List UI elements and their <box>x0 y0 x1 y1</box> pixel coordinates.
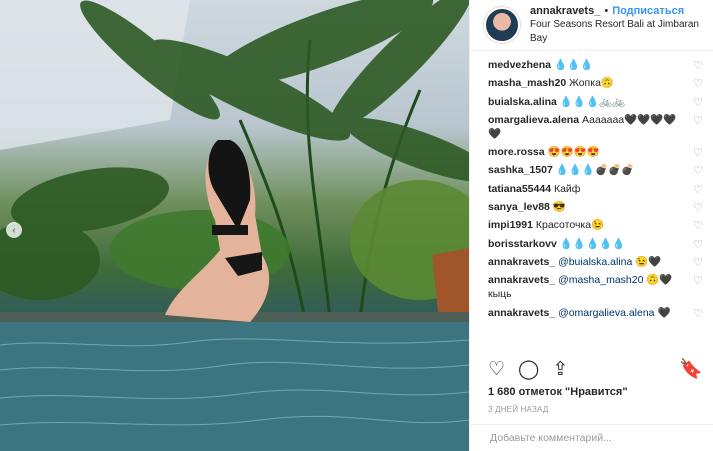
photo-illustration <box>0 0 469 451</box>
comment-text: Кайф <box>553 182 581 195</box>
comment-mention[interactable]: @buialska.alina <box>558 256 632 268</box>
comment-text: 💧💧💧💣💣💣 <box>555 164 635 177</box>
comment-username[interactable]: annakravets_ <box>488 256 555 268</box>
author-username[interactable]: annakravets_ <box>530 5 600 17</box>
comment: masha_mash20 Жопка🙃 ♡ <box>488 76 703 90</box>
comment-like-icon[interactable]: ♡ <box>693 219 703 233</box>
post-photo[interactable]: ‹ <box>0 0 469 451</box>
comment: sanya_lev88 😎 ♡ <box>488 200 703 214</box>
comment-username[interactable]: tatiana55444 <box>488 183 551 195</box>
comment-mention[interactable]: @omargalieva.alena <box>558 307 654 319</box>
comment-text: 😎 <box>552 201 566 214</box>
comment-like-icon[interactable]: ♡ <box>693 59 703 73</box>
header-meta: annakravets_ • Подписаться Four Seasons Re… <box>530 4 703 46</box>
bookmark-icon[interactable]: 🔖 <box>679 357 703 381</box>
action-bar: ♡ ◯ ⇪ 🔖 <box>488 356 703 382</box>
comment-username[interactable]: sanya_lev88 <box>488 201 550 213</box>
comment: omargalieva.alena Ааааааа🖤🖤🖤🖤🖤 ♡ <box>488 113 703 141</box>
post-timestamp[interactable]: 3 ДНЕЙ НАЗАД <box>488 405 548 414</box>
comment-like-icon[interactable]: ♡ <box>693 307 703 321</box>
location-link[interactable]: Four Seasons Resort Bali at Jimbaran Bay <box>530 18 703 46</box>
comment-like-icon[interactable]: ♡ <box>693 183 703 197</box>
add-comment-bar <box>470 424 713 451</box>
comment-like-icon[interactable]: ♡ <box>693 274 703 288</box>
comment-username[interactable]: impi1991 <box>488 219 533 231</box>
comment: annakravets_ @omargalieva.alena 🖤 ♡ <box>488 306 703 320</box>
comments-list[interactable]: medvezhena 💧💧💧 ♡ masha_mash20 Жопка🙃 ♡ bui… <box>470 58 713 350</box>
comment-username[interactable]: annakravets_ <box>488 274 555 286</box>
comment-like-icon[interactable]: ♡ <box>693 238 703 252</box>
comment-username[interactable]: borisstarkovv <box>488 238 557 250</box>
comment-like-icon[interactable]: ♡ <box>693 77 703 91</box>
post-sidebar: annakravets_ • Подписаться Four Seasons Re… <box>469 0 713 451</box>
comment-username[interactable]: more.rossa <box>488 146 545 158</box>
instagram-post-modal: ‹ annakravets_ • Подписаться Four Seasons … <box>0 0 713 451</box>
likes-count[interactable]: 1 680 отметок "Нравится" <box>488 386 628 398</box>
comment-text: 💧💧💧💧💧 <box>559 237 626 250</box>
comment-like-icon[interactable]: ♡ <box>693 146 703 160</box>
comment-text: 🖤 <box>657 306 671 319</box>
add-comment-input[interactable] <box>488 431 699 445</box>
comment-username[interactable]: masha_mash20 <box>488 77 566 89</box>
comment-icon[interactable]: ◯ <box>518 358 539 381</box>
comment: buialska.alina 💧💧💧🚲🚲 ♡ <box>488 95 703 109</box>
header-separator: • <box>604 5 609 17</box>
comment-like-icon[interactable]: ♡ <box>693 114 703 128</box>
comment-text: 😉🖤 <box>635 255 662 268</box>
comment: annakravets_ @masha_mash20 🙃🖤 кыць ♡ <box>488 273 703 301</box>
comment-text: 😍😍😍😍 <box>547 146 600 159</box>
comment: tatiana55444 Кайф ♡ <box>488 182 703 196</box>
comment-like-icon[interactable]: ♡ <box>693 96 703 110</box>
comment-username[interactable]: buialska.alina <box>488 96 557 108</box>
comment-username[interactable]: annakravets_ <box>488 307 555 319</box>
comment-username[interactable]: sashka_1507 <box>488 164 553 176</box>
comment: sashka_1507 💧💧💧💣💣💣 ♡ <box>488 163 703 177</box>
avatar[interactable] <box>484 7 520 43</box>
share-icon[interactable]: ⇪ <box>552 358 568 381</box>
comment: annakravets_ @buialska.alina 😉🖤 ♡ <box>488 255 703 269</box>
carousel-prev-icon[interactable]: ‹ <box>6 222 22 238</box>
comment-like-icon[interactable]: ♡ <box>693 201 703 215</box>
comment-like-icon[interactable]: ♡ <box>693 256 703 270</box>
comment: medvezhena 💧💧💧 ♡ <box>488 58 703 72</box>
comment: more.rossa 😍😍😍😍 ♡ <box>488 145 703 159</box>
post-header: annakravets_ • Подписаться Four Seasons Re… <box>470 0 713 51</box>
comment-text: Жопка🙃 <box>569 77 614 90</box>
follow-button[interactable]: Подписаться <box>612 5 684 17</box>
like-icon[interactable]: ♡ <box>488 358 505 381</box>
comment-like-icon[interactable]: ♡ <box>693 164 703 178</box>
comment-text: Красоточка😉 <box>535 219 605 232</box>
comment-mention[interactable]: @masha_mash20 <box>558 274 643 286</box>
comment-text: 💧💧💧 <box>553 59 594 71</box>
comment: borisstarkovv 💧💧💧💧💧 ♡ <box>488 237 703 251</box>
comment: impi1991 Красоточка😉 ♡ <box>488 218 703 232</box>
comment-text: 💧💧💧🚲🚲 <box>559 95 626 108</box>
comment-username[interactable]: medvezhena <box>488 59 551 71</box>
comment-username[interactable]: omargalieva.alena <box>488 114 579 126</box>
